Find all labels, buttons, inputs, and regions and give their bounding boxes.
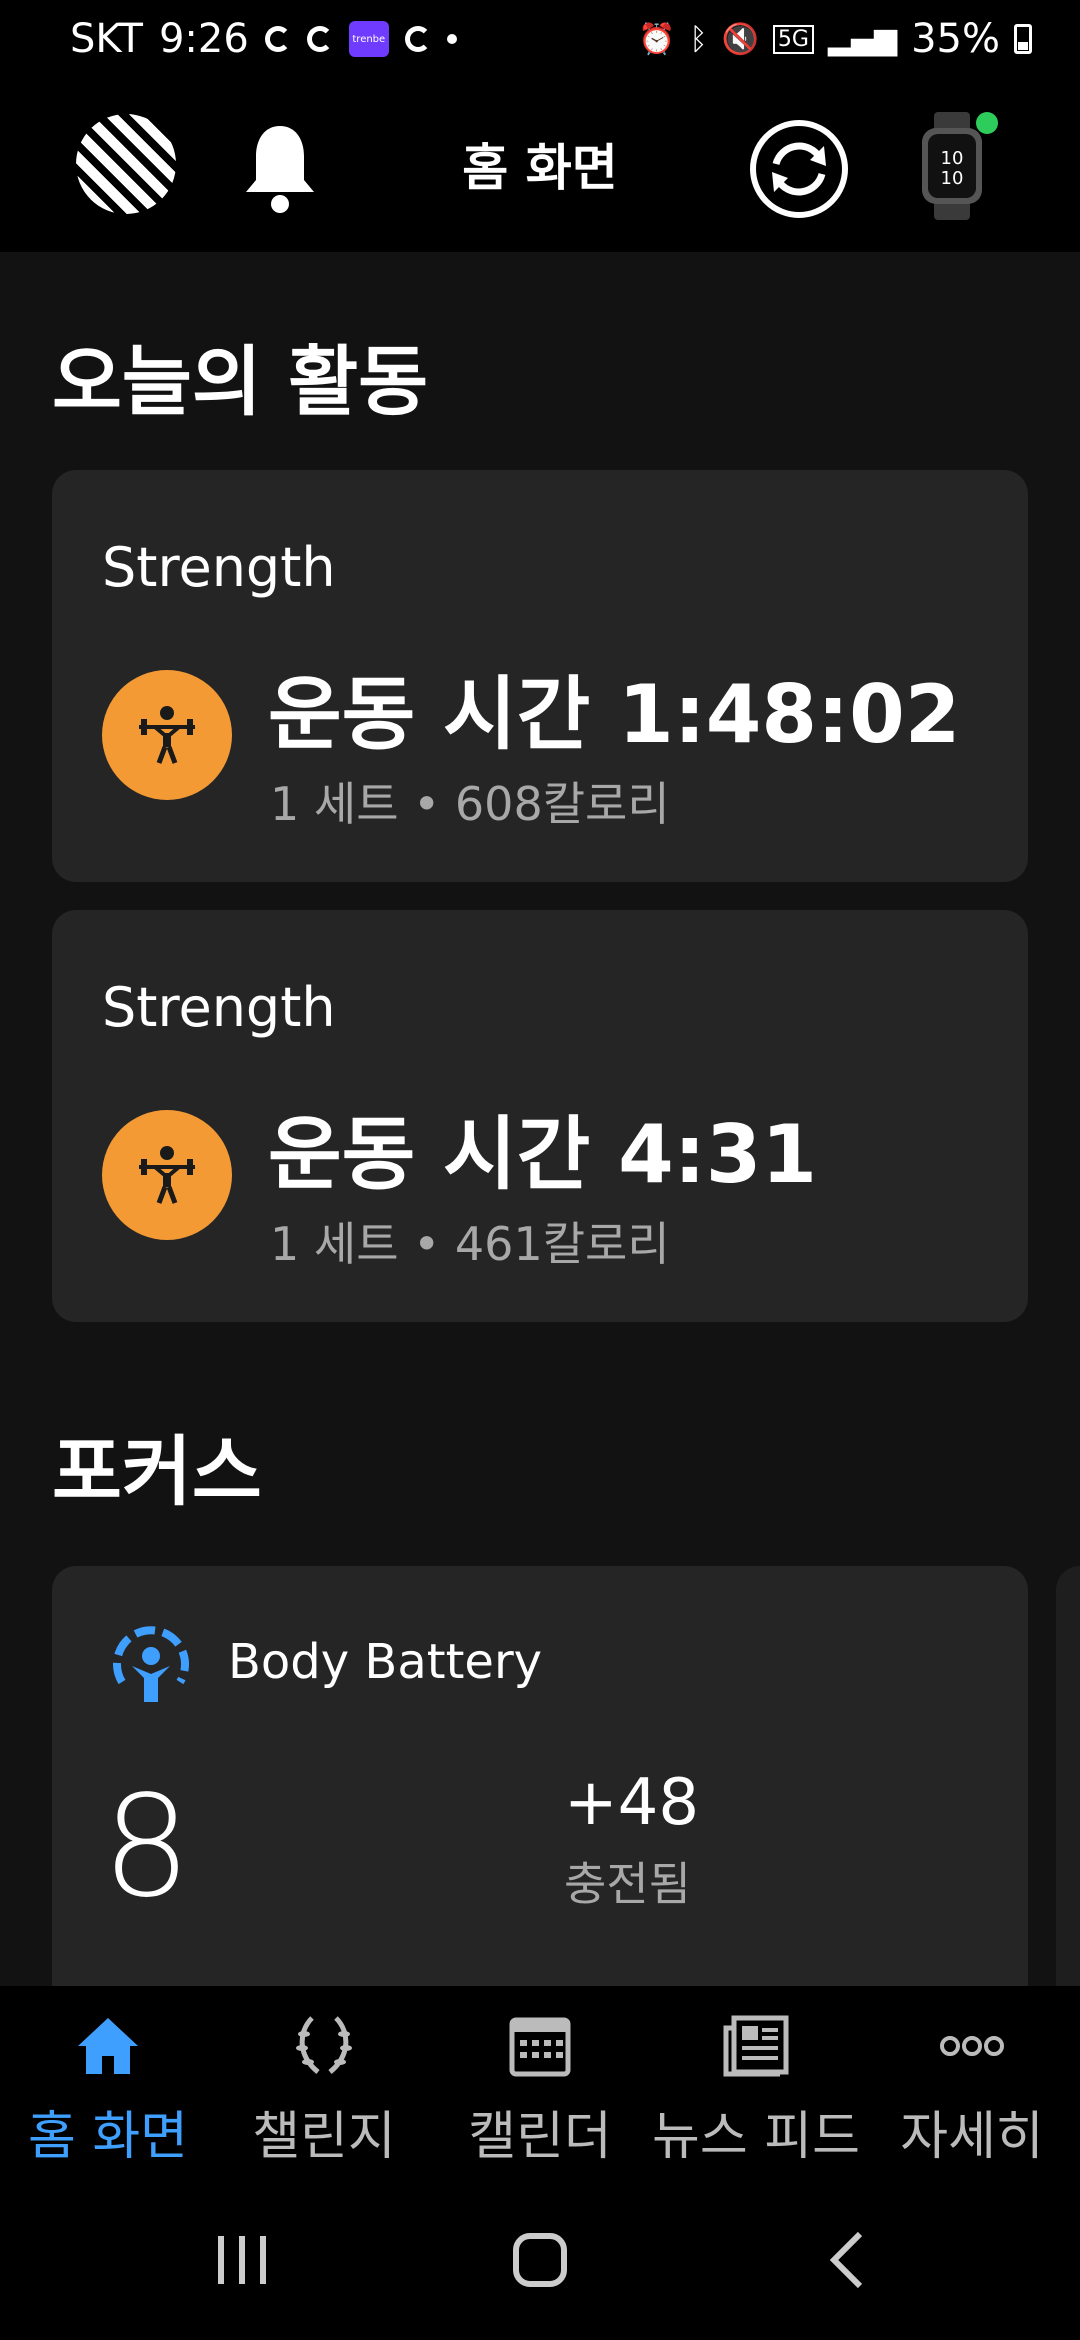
next-focus-card[interactable] (1056, 1566, 1080, 1986)
carrier: SKT (70, 16, 143, 62)
nav-newsfeed[interactable]: 뉴스 피드 (648, 2010, 864, 2169)
activity-duration: 운동 시간 1:48:02 (268, 668, 961, 761)
activity-meta: 1 세트 • 461칼로리 (270, 1217, 670, 1271)
weightlifting-icon (102, 670, 232, 800)
battery-percent: 35% (911, 16, 1000, 62)
nav-label: 홈 화면 (27, 2107, 189, 2167)
svg-text:10: 10 (941, 148, 964, 169)
body-battery-label: Body Battery (228, 1634, 543, 1690)
nav-home[interactable]: 홈 화면 (0, 2010, 216, 2169)
newsfeed-icon (723, 2015, 789, 2077)
smartwatch-icon[interactable]: 10 10 (920, 112, 984, 220)
home-button-icon[interactable] (510, 2224, 570, 2296)
status-bar: SKT 9:26 trenbe ⏰ ᛒ 🔇 5G ▂▄▆ 35% (0, 0, 1080, 72)
alarm-icon: ⏰ (638, 21, 676, 57)
activity-meta: 1 세트 • 608칼로리 (270, 777, 670, 831)
page-title: 홈 화면 (462, 139, 618, 197)
device-connected-dot (976, 112, 998, 134)
mute-icon: 🔇 (721, 21, 759, 57)
activity-card[interactable]: Strength 운동 시간 1:48:02 1 세트 • 608칼로리 (52, 470, 1028, 882)
recent-apps-icon[interactable] (214, 2224, 270, 2296)
bluetooth-icon: ᛒ (689, 21, 708, 57)
nav-label: 자세히 (900, 2107, 1044, 2167)
activity-type: Strength (102, 536, 336, 599)
signal-icon: ▂▄▆ (827, 21, 898, 57)
calendar-icon (509, 2017, 571, 2077)
bottom-nav: 홈 화면 챌린지 캘린더 뉴스 피드 자세히 (0, 1986, 1080, 2180)
nav-challenges[interactable]: 챌린지 (216, 2010, 432, 2169)
trenbe-app-icon: trenbe (348, 21, 389, 57)
sync-notification-icon (404, 26, 431, 52)
back-icon[interactable] (822, 2224, 870, 2296)
more-notifications-dot (446, 34, 457, 44)
nav-calendar[interactable]: 캘린더 (432, 2010, 648, 2169)
body-battery-card[interactable]: Body Battery 8 +48 충전됨 (52, 1566, 1028, 1986)
section-title-today: 오늘의 활동 (52, 337, 429, 426)
nav-label: 챌린지 (252, 2107, 396, 2167)
activity-type: Strength (102, 976, 336, 1039)
clock: 9:26 (158, 16, 249, 62)
laurel-icon (296, 2016, 352, 2074)
nav-more[interactable]: 자세히 (864, 2010, 1080, 2169)
weightlifting-icon (102, 1110, 232, 1240)
home-icon (78, 2018, 138, 2074)
body-battery-icon (113, 1626, 189, 1702)
sync-notification-icon (306, 26, 333, 52)
sync-icon[interactable] (748, 118, 850, 220)
system-nav-bar (0, 2180, 1080, 2340)
activity-card[interactable]: Strength 운동 시간 4:31 1 세트 • 461칼로리 (52, 910, 1028, 1322)
body-battery-charged: +48 (564, 1766, 700, 1840)
app-bar: 홈 화면 10 10 (0, 72, 1080, 252)
nav-label: 캘린더 (468, 2107, 612, 2167)
sync-notification-icon (264, 26, 291, 52)
activity-duration: 운동 시간 4:31 (268, 1108, 818, 1201)
nav-label: 뉴스 피드 (652, 2107, 860, 2167)
more-icon (940, 2036, 1004, 2056)
network-5g-icon: 5G (772, 24, 814, 54)
body-battery-value: 8 (102, 1766, 192, 1929)
svg-text:10: 10 (941, 168, 964, 189)
body-battery-charged-label: 충전됨 (564, 1857, 691, 1911)
battery-icon (1014, 24, 1032, 54)
section-title-focus: 포커스 (52, 1427, 262, 1516)
